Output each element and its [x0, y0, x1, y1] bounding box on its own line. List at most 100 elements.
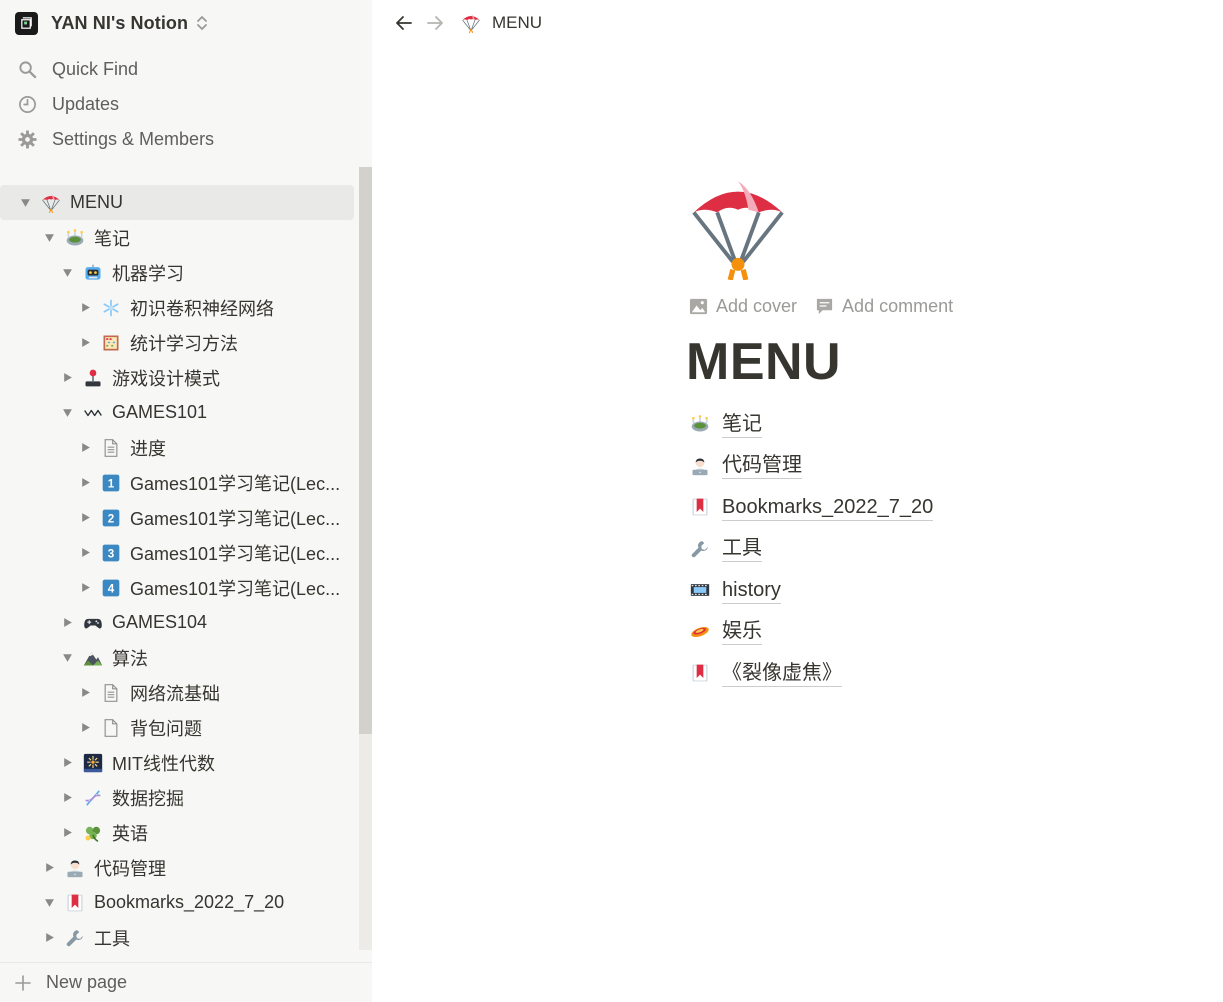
comment-icon	[815, 297, 834, 316]
sidebar-tree-item[interactable]: GAMES104	[0, 605, 359, 640]
caret-right-icon[interactable]	[58, 614, 76, 632]
sidebar-tree-item-label: 代码管理	[94, 858, 166, 879]
topbar: MENU	[372, 0, 1223, 46]
abacus-icon	[100, 332, 122, 354]
page-link[interactable]: 工具	[689, 534, 762, 564]
nav-settings-members[interactable]: Settings & Members	[0, 122, 372, 157]
caret-right-icon[interactable]	[76, 509, 94, 527]
caret-down-icon[interactable]	[58, 649, 76, 667]
workspace-logo-icon	[15, 11, 38, 35]
sidebar-tree-item-label: 机器学习	[112, 263, 184, 284]
sidebar-tree-item[interactable]: Bookmarks_2022_7_20	[0, 885, 359, 920]
caret-down-icon[interactable]	[40, 229, 58, 247]
page-icon-parachute-icon[interactable]	[686, 176, 790, 280]
sidebar-tree-item[interactable]: 4 Games101学习笔记(Lec...	[0, 570, 359, 605]
sidebar-tree-item-label: 初识卷积神经网络	[130, 298, 274, 319]
blank-page-icon	[100, 717, 122, 739]
caret-right-icon[interactable]	[58, 369, 76, 387]
bookmark-icon	[689, 662, 711, 684]
page-link[interactable]: Bookmarks_2022_7_20	[689, 492, 934, 522]
sidebar-scrollbar-thumb[interactable]	[359, 167, 372, 734]
arrow-left-icon	[396, 16, 412, 30]
shamrock-icon	[82, 822, 104, 844]
nav-quick-find[interactable]: Quick Find	[0, 52, 372, 87]
sidebar-tree-item[interactable]: 3 Games101学习笔记(Lec...	[0, 535, 359, 570]
sidebar-tree-item-label: 网络流基础	[130, 683, 220, 704]
sidebar-tree-item-label: Games101学习笔记(Lec...	[130, 578, 341, 599]
sidebar-tree-item[interactable]: MIT线性代数	[0, 745, 359, 780]
caret-right-icon[interactable]	[58, 754, 76, 772]
keycap-2-icon: 2	[100, 507, 122, 529]
caret-down-icon[interactable]	[58, 264, 76, 282]
sidebar-tree-item[interactable]: 游戏设计模式	[0, 360, 359, 395]
workspace-switcher[interactable]: YAN NI's Notion	[0, 0, 372, 46]
caret-down-icon[interactable]	[16, 194, 34, 212]
sidebar-tree-item[interactable]: 网络流基础	[0, 675, 359, 710]
caret-down-icon[interactable]	[58, 404, 76, 422]
sidebar-tree-item[interactable]: 代码管理	[0, 850, 359, 885]
page-title[interactable]: MENU	[686, 332, 841, 392]
sidebar-tree-item[interactable]: 统计学习方法	[0, 325, 359, 360]
page-link-label: Bookmarks_2022_7_20	[722, 494, 934, 521]
sidebar-tree-item[interactable]: 工具	[0, 920, 359, 950]
wrench-icon	[64, 927, 86, 949]
sidebar-tree-item[interactable]: GAMES101	[0, 395, 359, 430]
new-page-label: New page	[46, 972, 128, 992]
sidebar-tree-item[interactable]: 初识卷积神经网络	[0, 290, 359, 325]
page-link-label: 工具	[722, 535, 762, 562]
breadcrumb[interactable]: MENU	[461, 13, 542, 33]
svg-text:4: 4	[108, 582, 115, 595]
page-link[interactable]: history	[689, 575, 781, 605]
sidebar-tree-item[interactable]: 数据挖掘	[0, 780, 359, 815]
caret-right-icon[interactable]	[76, 719, 94, 737]
page-link[interactable]: 代码管理	[689, 451, 802, 481]
mountain-icon	[82, 647, 104, 669]
sidebar-tree-item[interactable]: 笔记	[0, 220, 359, 255]
caret-right-icon[interactable]	[40, 929, 58, 947]
chevron-up-down-icon	[196, 14, 208, 32]
sidebar-tree-item[interactable]: 算法	[0, 640, 359, 675]
page-link[interactable]: 《裂像虚焦》	[689, 658, 842, 688]
sidebar-tree-item[interactable]: MENU	[0, 185, 354, 220]
sidebar: YAN NI's Notion Quick Find Updates Setti…	[0, 0, 372, 1002]
sidebar-tree-item-label: GAMES101	[112, 402, 208, 422]
caret-right-icon[interactable]	[76, 439, 94, 457]
caret-right-icon[interactable]	[76, 334, 94, 352]
sidebar-tree-item-label: Games101学习笔记(Lec...	[130, 473, 341, 494]
sidebar-tree-item[interactable]: 机器学习	[0, 255, 359, 290]
bookmark-icon	[64, 892, 86, 914]
caret-right-icon[interactable]	[58, 824, 76, 842]
forward-button[interactable]	[424, 12, 446, 34]
sidebar-tree-item[interactable]: 2 Games101学习笔记(Lec...	[0, 500, 359, 535]
caret-right-icon[interactable]	[58, 789, 76, 807]
nav-updates-label: Updates	[52, 94, 120, 114]
robot-icon	[82, 262, 104, 284]
page-tree: MENU 笔记机器学习初识卷积神经网络统计学习方法 游戏设计模式 GAMES101 进度…	[0, 167, 372, 950]
gamepad-icon	[82, 612, 104, 634]
caret-right-icon[interactable]	[40, 859, 58, 877]
nav-updates[interactable]: Updates	[0, 87, 372, 122]
caret-right-icon[interactable]	[76, 474, 94, 492]
sidebar-tree-item-label: GAMES104	[112, 612, 208, 632]
sidebar-tree-item[interactable]: 1 Games101学习笔记(Lec...	[0, 465, 359, 500]
back-button[interactable]	[393, 12, 415, 34]
gear-icon	[17, 130, 37, 150]
add-cover-button[interactable]: Add cover	[689, 296, 797, 317]
caret-right-icon[interactable]	[76, 684, 94, 702]
sidebar-tree-item-label: 笔记	[94, 228, 130, 249]
sidebar-tree-item-label: MENU	[70, 192, 123, 212]
sidebar-tree-item[interactable]: 英语	[0, 815, 359, 850]
image-icon	[689, 297, 708, 316]
page-link[interactable]: 笔记	[689, 409, 762, 439]
caret-right-icon[interactable]	[76, 544, 94, 562]
sidebar-tree-item-label: 英语	[112, 823, 148, 844]
page-link[interactable]: 娱乐	[689, 617, 762, 647]
add-comment-button[interactable]: Add comment	[815, 296, 953, 317]
caret-right-icon[interactable]	[76, 299, 94, 317]
new-page-button[interactable]: New page	[0, 962, 372, 1002]
caret-right-icon[interactable]	[76, 579, 94, 597]
sidebar-tree-item[interactable]: 进度	[0, 430, 359, 465]
page-link-label: 娱乐	[722, 618, 762, 645]
sidebar-tree-item[interactable]: 背包问题	[0, 710, 359, 745]
caret-down-icon[interactable]	[40, 894, 58, 912]
